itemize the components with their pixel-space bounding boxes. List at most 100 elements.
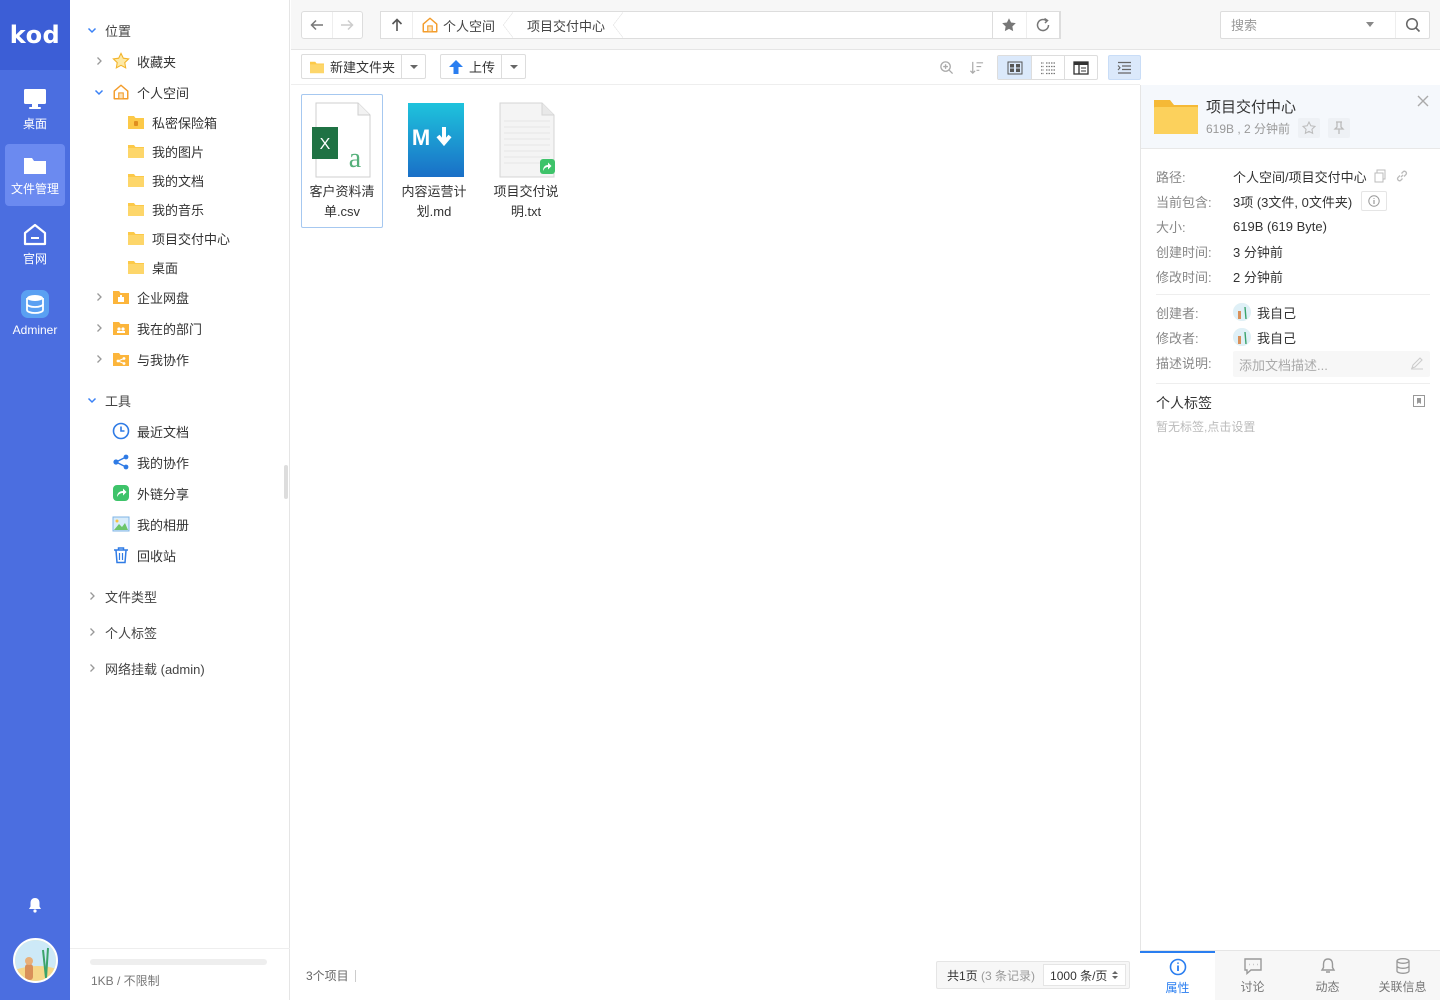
address-bar[interactable]: 个人空间 项目交付中心 <box>380 11 1061 39</box>
tree-section-personal-tags[interactable]: 个人标签 <box>87 620 157 644</box>
toggle-info-panel-button[interactable] <box>1108 55 1141 80</box>
tab-related[interactable]: 关联信息 <box>1365 951 1440 1000</box>
breadcrumb-project-delivery[interactable]: 项目交付中心 <box>513 12 624 38</box>
notification-button[interactable] <box>25 895 45 915</box>
file-item-content-plan-md[interactable]: M 内容运营计划.md <box>393 94 475 228</box>
tree-item-my-music[interactable]: 我的音乐 <box>127 197 204 221</box>
tree-item-my-documents[interactable]: 我的文档 <box>127 168 204 192</box>
prop-size-label: 大小: <box>1156 219 1186 235</box>
page-info: 共1页 (3 条记录) <box>937 967 1043 984</box>
item-count: 3个项目 <box>306 967 356 984</box>
prop-created-label: 创建时间: <box>1156 244 1212 260</box>
prop-description-label: 描述说明: <box>1156 355 1212 371</box>
sort-button[interactable] <box>961 55 991 80</box>
rail-desktop[interactable]: 桌面 <box>5 78 65 140</box>
tree-item-favorites[interactable]: 收藏夹 <box>94 49 176 73</box>
up-level-button[interactable] <box>381 12 413 38</box>
upload-button[interactable]: 上传 <box>441 55 501 78</box>
excel-csv-icon: X a <box>312 102 371 178</box>
caret-down-icon <box>509 64 518 69</box>
tree-item-my-department[interactable]: 我在的部门 <box>94 316 202 340</box>
bell-outline-icon <box>1320 958 1335 973</box>
tree-section-location[interactable]: 位置 <box>87 18 131 42</box>
tree-item-shared-with-me-label: 与我协作 <box>137 352 190 368</box>
tab-properties-label: 属性 <box>1165 981 1190 995</box>
tree-section-tools[interactable]: 工具 <box>87 388 131 412</box>
rail-file-manager[interactable]: 文件管理 <box>5 144 65 206</box>
tab-discussion[interactable]: 讨论 <box>1215 951 1290 1000</box>
tree-item-my-collab[interactable]: 我的协作 <box>112 450 189 474</box>
pagination: 共1页 (3 条记录) 1000 条/页 <box>936 961 1131 989</box>
back-button[interactable] <box>302 12 332 38</box>
info-panel-meta-text: 619B , 2 分钟前 <box>1206 121 1291 136</box>
upload-menu-toggle[interactable] <box>501 55 525 78</box>
copy-icon[interactable] <box>1373 169 1387 183</box>
sort-arrows-icon <box>1112 971 1119 979</box>
search-input[interactable] <box>1221 12 1366 38</box>
desktop-icon <box>24 88 46 109</box>
tab-activity-label: 动态 <box>1315 980 1340 994</box>
search-button[interactable] <box>1395 12 1429 38</box>
home-outline-icon <box>422 17 438 33</box>
view-split-button[interactable] <box>1064 56 1097 79</box>
tree-item-my-pictures[interactable]: 我的图片 <box>127 139 204 163</box>
tree-item-personal-space-label: 个人空间 <box>137 85 190 101</box>
tree-item-link-share[interactable]: 外链分享 <box>112 481 189 505</box>
tree-item-desktop[interactable]: 桌面 <box>127 255 178 279</box>
link-icon[interactable] <box>1395 169 1409 183</box>
description-input[interactable]: 添加文档描述... <box>1233 351 1430 377</box>
history-nav <box>301 11 363 39</box>
pin-toggle[interactable] <box>1328 118 1351 138</box>
trash-icon <box>112 546 130 564</box>
info-panel-header: 项目交付中心 619B , 2 分钟前 <box>1141 85 1440 149</box>
tree-item-vault[interactable]: 私密保险箱 <box>127 110 217 134</box>
new-folder-button[interactable]: 新建文件夹 <box>302 55 401 78</box>
zoom-button[interactable] <box>931 55 961 80</box>
forward-button[interactable] <box>331 12 362 38</box>
share-folder-icon <box>112 350 130 368</box>
favorite-toggle[interactable] <box>1298 118 1321 138</box>
kod-logo[interactable]: kod <box>0 0 70 70</box>
refresh-button[interactable] <box>1025 12 1059 38</box>
close-panel-button[interactable] <box>1417 95 1429 110</box>
tree-item-project-delivery[interactable]: 项目交付中心 <box>127 226 230 250</box>
file-item-delivery-txt[interactable]: 项目交付说明.txt <box>485 94 567 228</box>
sidebar-resize-handle[interactable] <box>284 465 288 499</box>
file-item-customer-csv[interactable]: X a 客户资料清单.csv <box>301 94 383 228</box>
personal-tags-empty[interactable]: 暂无标签,点击设置 <box>1156 418 1255 435</box>
tree-item-enterprise-disk[interactable]: 企业网盘 <box>94 285 189 309</box>
tree-section-network-mount[interactable]: 网络挂载 (admin) <box>87 656 205 680</box>
prop-modifier-text: 我自己 <box>1257 330 1297 346</box>
user-avatar[interactable] <box>13 938 58 983</box>
tree-item-shared-with-me[interactable]: 与我协作 <box>94 347 189 371</box>
page-size-select[interactable]: 1000 条/页 <box>1043 964 1127 986</box>
bookmark-icon <box>1413 395 1425 407</box>
tree-item-project-delivery-label: 项目交付中心 <box>152 231 231 247</box>
new-folder-menu-toggle[interactable] <box>401 55 425 78</box>
tree-section-file-types[interactable]: 文件类型 <box>87 584 157 608</box>
rail-website[interactable]: 官网 <box>5 213 65 275</box>
search-scope-dropdown[interactable] <box>1366 22 1374 27</box>
app-rail: kod 桌面 文件管理 官网 Adminer <box>0 0 70 1000</box>
rail-adminer[interactable]: Adminer <box>5 282 65 344</box>
tree-item-recycle-bin[interactable]: 回收站 <box>112 543 176 567</box>
caret-down-icon <box>409 64 418 69</box>
view-icons-button[interactable] <box>998 56 1031 79</box>
tab-activity[interactable]: 动态 <box>1290 951 1365 1000</box>
tree-item-personal-space[interactable]: 个人空间 <box>94 80 189 104</box>
tab-properties[interactable]: 属性 <box>1140 951 1215 1000</box>
enterprise-folder-icon <box>112 288 130 306</box>
info-button[interactable] <box>1361 191 1388 211</box>
view-list-button[interactable] <box>1031 56 1064 79</box>
breadcrumb-personal-space[interactable]: 个人空间 <box>413 12 514 38</box>
new-folder-button-group: 新建文件夹 <box>301 54 427 79</box>
chevron-right-icon <box>94 354 104 364</box>
folder-icon <box>127 200 145 218</box>
tree-item-my-album[interactable]: 我的相册 <box>112 512 189 536</box>
tree-item-recent-docs[interactable]: 最近文档 <box>112 419 189 443</box>
tree-section-personal-tags-label: 个人标签 <box>105 625 158 641</box>
favorite-button[interactable] <box>993 12 1026 38</box>
tree-item-my-album-label: 我的相册 <box>137 517 190 533</box>
add-tag-button[interactable] <box>1412 394 1426 411</box>
tree-item-recent-docs-label: 最近文档 <box>137 424 190 440</box>
